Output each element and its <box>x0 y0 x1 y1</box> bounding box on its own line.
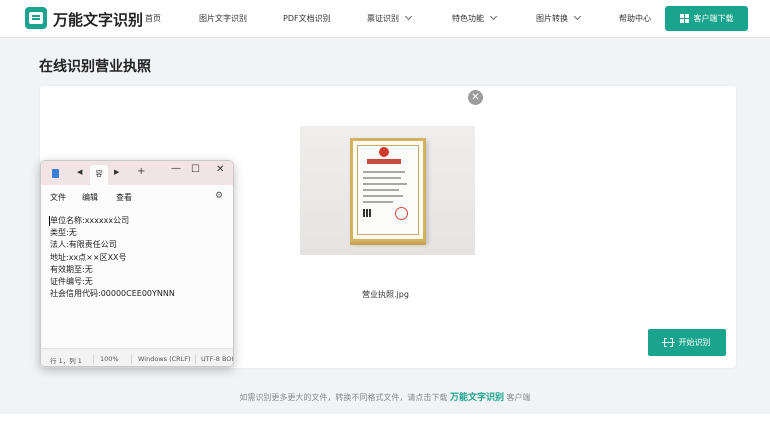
nav-help[interactable]: 帮助中心 <box>619 13 651 24</box>
zoom-level[interactable]: 100% <box>100 355 119 363</box>
minimize-icon[interactable]: — <box>171 163 181 174</box>
windows-icon <box>679 14 689 23</box>
line-ending[interactable]: Windows (CRLF) <box>138 355 191 363</box>
client-download-button[interactable]: 客户端下载 <box>665 6 748 31</box>
text-line: 社会信用代码:00000CEE00YNNN <box>50 289 175 299</box>
nav-pdf-ocr[interactable]: PDF文档识别 <box>283 13 331 24</box>
file-name: 营业执照.jpg <box>362 290 409 299</box>
nav-features[interactable]: 特色功能 <box>452 12 498 24</box>
notepad-titlebar[interactable]: ◀ 容 ▶ + — ☐ ✕ <box>41 161 233 185</box>
notepad-text-area[interactable]: 单位名称:xxxxxx公司 类型:无 法人:有限责任公司 地址:xx点××区XX… <box>50 215 232 300</box>
menu-file[interactable]: 文件 <box>50 192 66 203</box>
hint-brand-link[interactable]: 万能文字识别 <box>450 393 504 403</box>
gear-icon[interactable]: ⚙ <box>215 191 223 201</box>
app-logo-icon[interactable] <box>25 7 47 29</box>
notepad-tab[interactable]: 容 <box>90 165 108 185</box>
text-line: 法人:有限责任公司 <box>50 240 117 250</box>
menu-view[interactable]: 查看 <box>116 192 132 203</box>
close-icon[interactable]: ✕ <box>216 164 224 175</box>
chevron-down-icon <box>404 12 413 21</box>
maximize-icon[interactable]: ☐ <box>191 164 200 175</box>
notepad-app-icon <box>52 169 59 178</box>
notepad-statusbar: 行 1，列 1 100% Windows (CRLF) UTF-8 BOI <box>41 348 233 366</box>
text-line: 单位名称:xxxxxx公司 <box>50 216 130 225</box>
scan-icon <box>661 337 675 348</box>
notepad-menubar: 文件 编辑 查看 ⚙ <box>41 185 233 207</box>
certificate-frame <box>350 138 426 245</box>
brand-name[interactable]: 万能文字识别 <box>53 9 143 30</box>
tab-scroll-right-icon[interactable]: ▶ <box>114 168 119 176</box>
nav-image-convert[interactable]: 图片转换 <box>536 12 582 24</box>
encoding[interactable]: UTF-8 BOI <box>201 355 233 363</box>
cursor-position: 行 1，列 1 <box>50 357 82 365</box>
menu-edit[interactable]: 编辑 <box>82 192 98 203</box>
text-line: 有效期至:无 <box>50 264 93 274</box>
tab-scroll-left-icon[interactable]: ◀ <box>77 168 82 176</box>
remove-file-icon[interactable]: ✕ <box>468 90 483 105</box>
text-line: 地址:xx点××区XX号 <box>50 252 127 262</box>
download-hint: 如需识别更多更大的文件，转换不同格式文件，请点击下载 万能文字识别 客户端 <box>239 393 531 403</box>
text-line: 证件编号:无 <box>50 276 93 286</box>
chevron-down-icon <box>573 12 582 21</box>
page-title: 在线识别营业执照 <box>39 59 151 75</box>
text-line: 类型:无 <box>50 228 77 238</box>
page-footer <box>0 414 770 446</box>
nav-image-ocr[interactable]: 图片文字识别 <box>199 13 247 24</box>
top-navigation-bar: 万能文字识别 首页 图片文字识别 PDF文档识别 票证识别 特色功能 图片转换 … <box>0 0 770 38</box>
uploaded-image-preview <box>300 126 475 255</box>
chevron-down-icon <box>489 12 498 21</box>
new-tab-icon[interactable]: + <box>137 166 145 177</box>
start-recognition-button[interactable]: 开始识别 <box>648 329 726 356</box>
nav-home[interactable]: 首页 <box>145 13 161 24</box>
notepad-window[interactable]: ◀ 容 ▶ + — ☐ ✕ 文件 编辑 查看 ⚙ 单位名称:xxxxxx公司 类… <box>40 160 234 367</box>
nav-ticket-ocr[interactable]: 票证识别 <box>367 12 413 24</box>
